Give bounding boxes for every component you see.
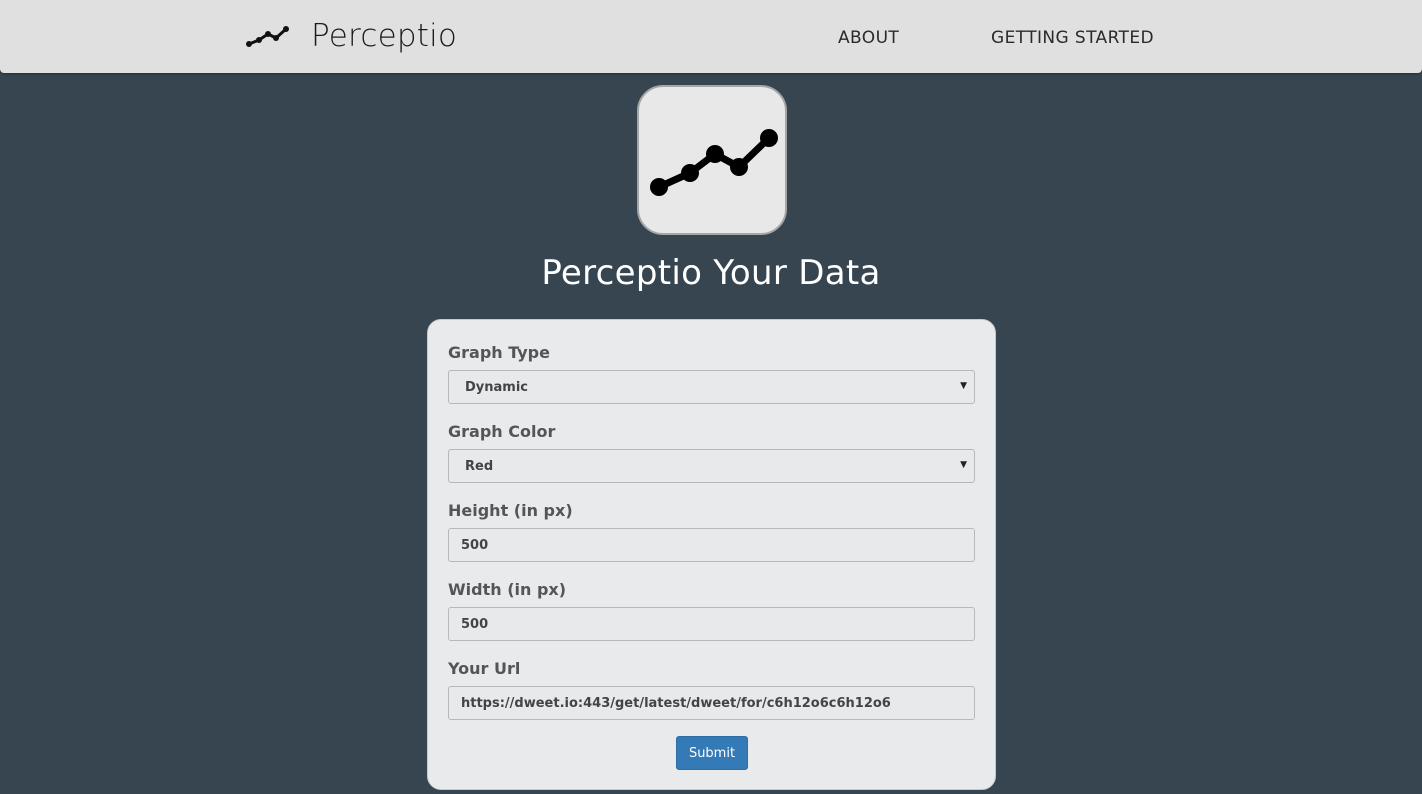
submit-button[interactable]: Submit (676, 736, 748, 770)
nav-getting-started-link[interactable]: GETTING STARTED (991, 28, 1154, 48)
brand-name: Perceptio (311, 18, 458, 54)
line-chart-icon (650, 129, 778, 196)
graph-color-label: Graph Color (448, 422, 556, 441)
url-input[interactable]: https://dweet.io:443/get/latest/dweet/fo… (448, 686, 975, 720)
graph-type-select[interactable]: Dynamic ▼ (448, 370, 975, 404)
width-input[interactable]: 500 (448, 607, 975, 641)
graph-color-value: Red (465, 458, 494, 474)
graph-color-select[interactable]: Red ▼ (448, 449, 975, 483)
navbar: Perceptio ABOUT GETTING STARTED (0, 0, 1422, 73)
app-logo (637, 85, 787, 235)
brand-link[interactable]: Perceptio (245, 14, 457, 58)
url-label: Your Url (448, 659, 521, 678)
height-input[interactable]: 500 (448, 528, 975, 562)
line-chart-icon (246, 26, 289, 47)
dropdown-caret-icon: ▼ (960, 460, 967, 470)
nav-about-link[interactable]: ABOUT (838, 28, 899, 48)
page-title: Perceptio Your Data (541, 253, 881, 293)
graph-type-value: Dynamic (465, 379, 529, 395)
graph-type-label: Graph Type (448, 343, 550, 362)
graph-settings-form: Graph Type Dynamic ▼ Graph Color Red ▼ H… (427, 319, 996, 790)
height-label: Height (in px) (448, 501, 573, 520)
width-label: Width (in px) (448, 580, 567, 599)
dropdown-caret-icon: ▼ (960, 381, 967, 391)
